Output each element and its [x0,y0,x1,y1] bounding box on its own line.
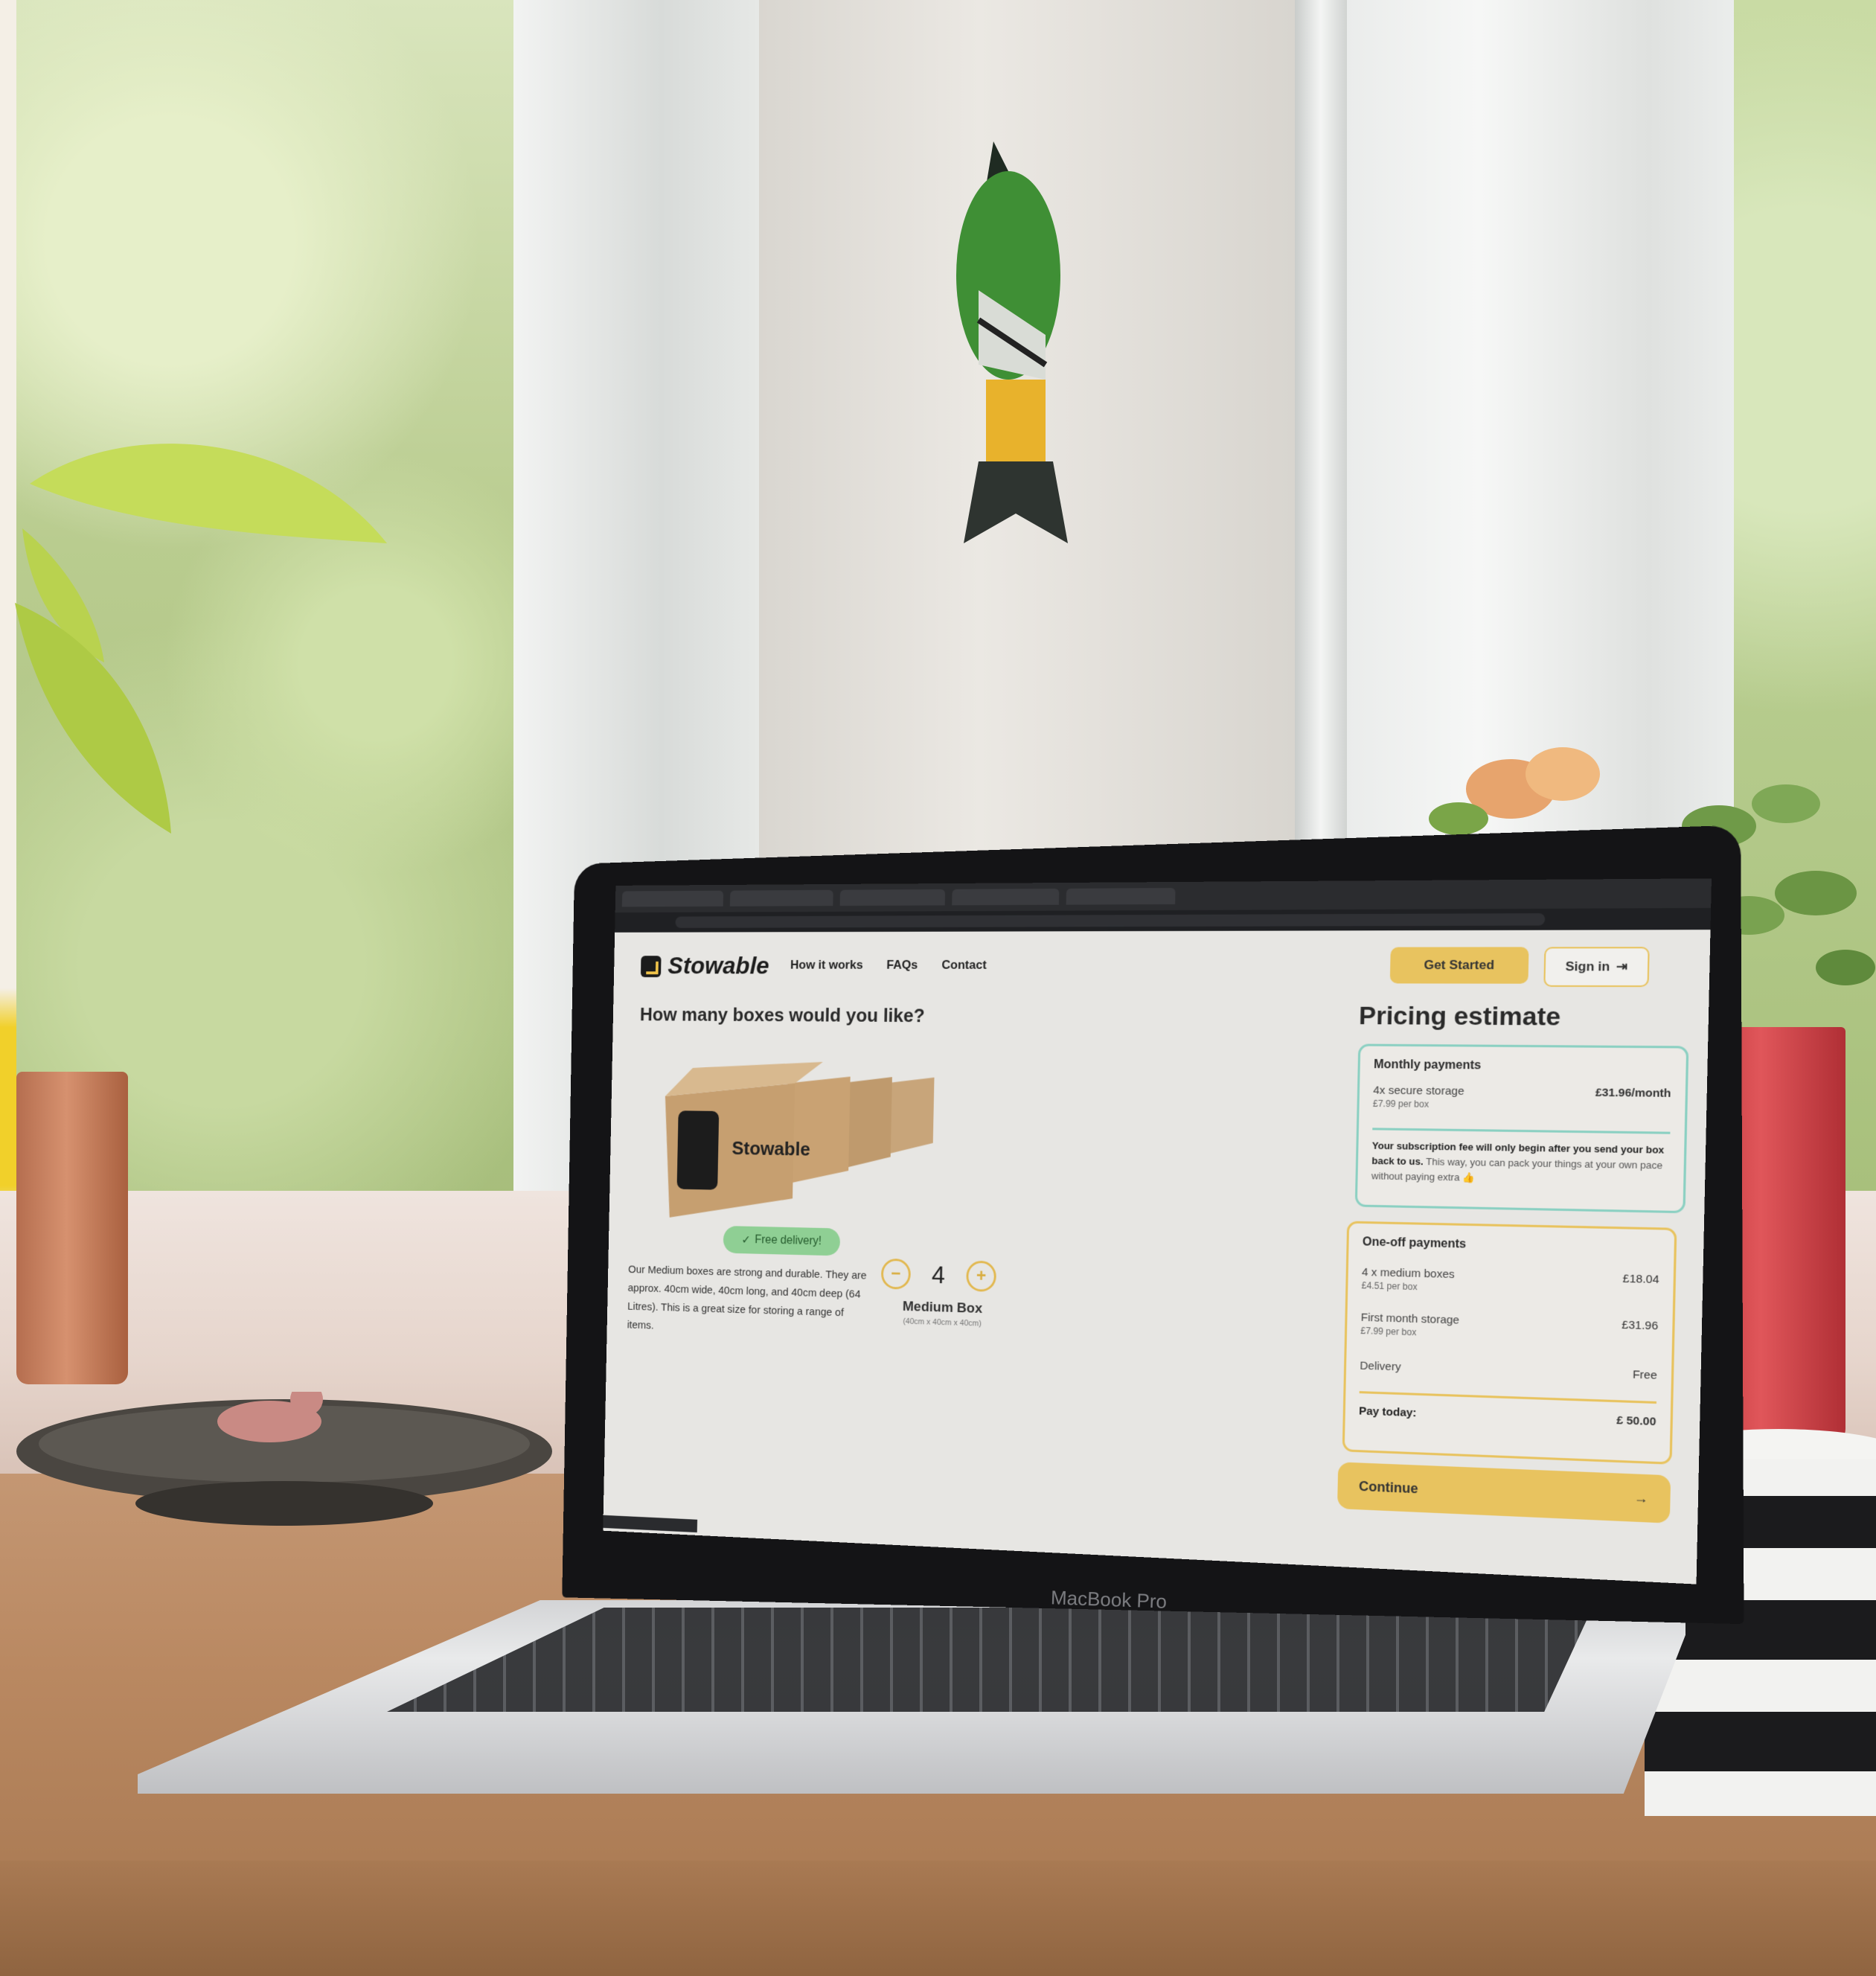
monthly-note: Your subscription fee will only begin af… [1371,1139,1670,1189]
check-circle-icon: ✓ [741,1234,751,1247]
browser-tab[interactable] [621,890,724,907]
sign-in-icon: ⇥ [1616,959,1628,974]
page-question: How many boxes would you like? [639,1003,925,1027]
one-off-payments-card: One-off payments 4 x medium boxes £4.51 p… [1342,1221,1677,1465]
browser-tab[interactable] [839,889,946,907]
plus-circle-icon[interactable]: + [966,1260,996,1292]
nav-faqs[interactable]: FAQs [886,958,918,973]
laptop-screen: Stowable How it works FAQs Contact Get S… [603,878,1712,1585]
main-nav: How it works FAQs Contact [790,958,987,973]
free-delivery-label: Free delivery! [755,1233,822,1248]
oneoff-row: First month storage £7.99 per box £31.96 [1360,1311,1658,1346]
oneoff-amount: £31.96 [1622,1318,1659,1333]
oneoff-row: Delivery Free [1360,1360,1657,1382]
terracotta-pot [16,1072,128,1384]
free-delivery-badge: ✓ Free delivery! [723,1226,841,1256]
boxes-image: Stowable [662,1061,935,1221]
brand-name: Stowable [668,952,770,980]
oneoff-amount: £18.04 [1622,1272,1659,1287]
browser-tab[interactable] [1066,887,1176,905]
pricing-title: Pricing estimate [1358,1001,1561,1032]
monthly-heading: Monthly payments [1373,1058,1482,1072]
pay-today-amount: £ 50.00 [1616,1413,1656,1429]
monthly-amount: £31.96/month [1595,1086,1671,1101]
pay-today-label: Pay today: [1358,1404,1417,1420]
oneoff-heading: One-off payments [1362,1235,1467,1251]
continue-button[interactable]: Continue → [1337,1462,1671,1523]
arrow-right-icon: → [1633,1489,1648,1506]
browser-address-bar[interactable] [615,907,1712,933]
oneoff-label: Delivery [1360,1359,1401,1374]
ceramic-plate [16,1392,552,1526]
quantity-stepper: − 4 + [880,1258,996,1292]
plant-leaves [15,444,387,834]
box-size-name: Medium Box [902,1299,983,1317]
monthly-payments-card: Monthly payments 4x secure storage £7.99 … [1354,1043,1689,1214]
monthly-row: 4x secure storage £7.99 per box £31.96/mo… [1373,1084,1671,1112]
monthly-item-label: 4x secure storage [1373,1084,1464,1099]
continue-label: Continue [1358,1478,1418,1496]
oneoff-sub: £4.51 per box [1361,1280,1418,1293]
browser-status-bar [603,1515,698,1533]
monthly-divider [1372,1128,1671,1134]
oneoff-divider [1359,1391,1657,1404]
nav-how-it-works[interactable]: How it works [790,958,863,972]
stowable-page: Stowable How it works FAQs Contact Get S… [603,930,1711,1585]
quantity-value: 4 [931,1260,946,1289]
photo-scene: MacBook Pro Stowable How it works FAQs C… [0,0,1876,1976]
oneoff-row: 4 x medium boxes £4.51 per box £18.04 [1362,1266,1659,1299]
box-description: Our Medium boxes are strong and durable.… [627,1263,867,1332]
minus-circle-icon[interactable]: − [880,1258,912,1290]
pay-today-row: Pay today: £ 50.00 [1359,1404,1656,1428]
brand-logo[interactable]: Stowable [640,952,770,980]
stowable-logo-icon [640,955,662,977]
nav-contact[interactable]: Contact [941,958,987,973]
browser-tab[interactable] [729,889,833,907]
oneoff-label: 4 x medium boxes [1361,1265,1455,1282]
sign-in-button[interactable]: Sign in ⇥ [1543,947,1650,988]
monthly-item-sub: £7.99 per box [1372,1098,1430,1110]
get-started-button[interactable]: Get Started [1389,947,1529,984]
oneoff-label: First month storage [1360,1311,1460,1327]
box-logo-text: Stowable [731,1138,810,1160]
sign-in-label: Sign in [1565,959,1610,974]
browser-tab[interactable] [952,888,1060,906]
oneoff-amount: Free [1632,1368,1657,1382]
bird-ornament [956,141,1068,543]
table-edge [0,1861,1876,1976]
box-dimensions: (40cm x 40cm x 40cm) [903,1317,982,1328]
oneoff-sub: £7.99 per box [1360,1325,1417,1338]
